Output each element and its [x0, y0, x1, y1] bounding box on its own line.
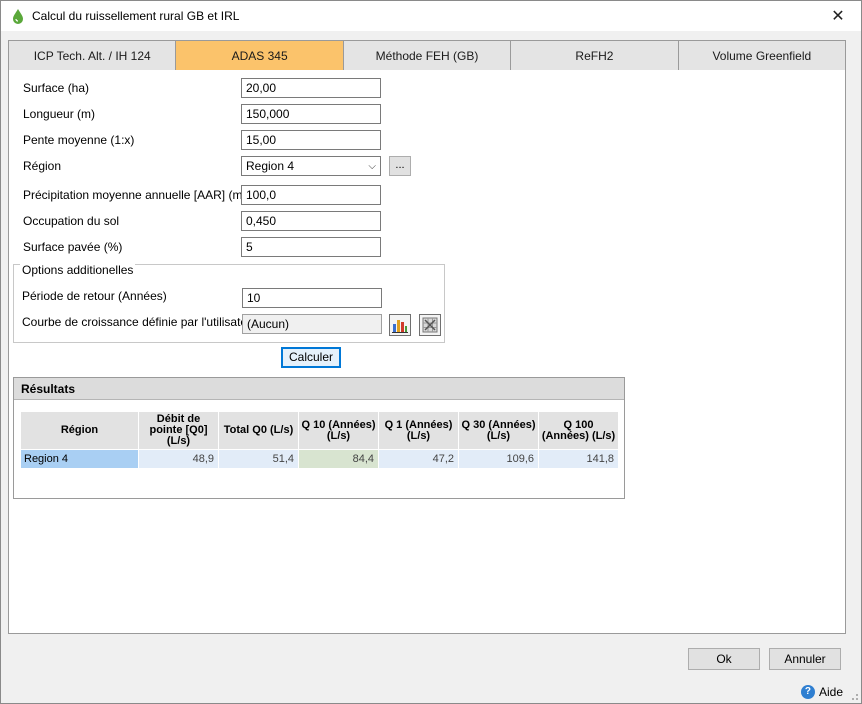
- cell-region[interactable]: Region 4: [20, 449, 139, 469]
- aar-label: Précipitation moyenne annuelle [AAR] (mm…: [23, 188, 257, 202]
- results-title: Résultats: [14, 378, 624, 400]
- options-title: Options additionelles: [20, 263, 136, 277]
- help-label: Aide: [818, 685, 843, 699]
- cell-q30[interactable]: 109,6: [458, 449, 539, 469]
- region-label: Région: [23, 159, 62, 173]
- region-browse-button[interactable]: ...: [389, 156, 411, 176]
- region-select[interactable]: Region 4 ⌵: [241, 156, 381, 176]
- clear-grid-icon: [422, 317, 438, 333]
- pavee-input[interactable]: 5: [241, 237, 381, 257]
- pente-label: Pente moyenne (1:x): [23, 133, 135, 147]
- ok-button[interactable]: Ok: [688, 648, 760, 670]
- dialog-window: Calcul du ruissellement rural GB et IRL …: [0, 0, 862, 704]
- occupation-input[interactable]: 0,450: [241, 211, 381, 231]
- bar-chart-icon: [392, 320, 408, 333]
- cell-q1[interactable]: 47,2: [378, 449, 459, 469]
- resize-grip-icon[interactable]: [849, 691, 859, 701]
- title-bar: Calcul du ruissellement rural GB et IRL …: [1, 1, 861, 31]
- periode-label: Période de retour (Années): [22, 289, 167, 303]
- calculate-button[interactable]: Calculer: [281, 347, 341, 368]
- tab-adas-345[interactable]: ADAS 345: [176, 41, 344, 70]
- window-title: Calcul du ruissellement rural GB et IRL: [32, 9, 240, 23]
- longueur-label: Longueur (m): [23, 107, 96, 121]
- tab-icp-tech-alt[interactable]: ICP Tech. Alt. / IH 124: [9, 41, 177, 70]
- tab-methode-feh[interactable]: Méthode FEH (GB): [344, 41, 512, 70]
- cell-q10[interactable]: 84,4: [298, 449, 379, 469]
- pente-input[interactable]: 15,00: [241, 130, 381, 150]
- occupation-label: Occupation du sol: [23, 214, 120, 228]
- longueur-input[interactable]: 150,000: [241, 104, 381, 124]
- periode-input[interactable]: 10: [242, 288, 382, 308]
- method-tabs: ICP Tech. Alt. / IH 124 ADAS 345 Méthode…: [8, 40, 846, 71]
- help-link[interactable]: ? Aide: [800, 685, 843, 699]
- results-panel: Résultats Région Débit de pointe [Q0] (L…: [13, 377, 625, 499]
- close-icon: ✕: [831, 8, 845, 25]
- table-row[interactable]: Region 4 48,9 51,4 84,4 47,2 109,6 141,8: [20, 449, 619, 469]
- column-header-total-q0[interactable]: Total Q0 (L/s): [218, 411, 299, 450]
- growth-curve-chart-button[interactable]: [389, 314, 411, 336]
- cell-q100[interactable]: 141,8: [538, 449, 619, 469]
- courbe-label: Courbe de croissance définie par l'utili…: [22, 315, 258, 329]
- cancel-button[interactable]: Annuler: [769, 648, 841, 670]
- chevron-down-icon: ⌵: [368, 161, 376, 172]
- pavee-label: Surface pavée (%): [23, 240, 123, 254]
- tab-refh2[interactable]: ReFH2: [511, 41, 679, 70]
- column-header-q1[interactable]: Q 1 (Années) (L/s): [378, 411, 459, 450]
- column-header-region[interactable]: Région: [20, 411, 139, 450]
- surface-label: Surface (ha): [23, 81, 90, 95]
- water-drop-icon: [13, 9, 23, 24]
- results-table: Région Débit de pointe [Q0] (L/s) Total …: [20, 411, 619, 469]
- cell-total-q0[interactable]: 51,4: [218, 449, 299, 469]
- aar-input[interactable]: 100,0: [241, 185, 381, 205]
- options-groupbox: Options additionelles Période de retour …: [13, 263, 445, 343]
- clear-curve-button[interactable]: [419, 314, 441, 336]
- column-header-q100[interactable]: Q 100 (Années) (L/s): [538, 411, 619, 450]
- tab-panel: Surface (ha) 20,00 Longueur (m) 150,000 …: [8, 70, 846, 634]
- cell-debit-pointe[interactable]: 48,9: [138, 449, 219, 469]
- column-header-q10[interactable]: Q 10 (Années) (L/s): [298, 411, 379, 450]
- close-button[interactable]: ✕: [815, 1, 861, 31]
- surface-input[interactable]: 20,00: [241, 78, 381, 98]
- column-header-q30[interactable]: Q 30 (Années) (L/s): [458, 411, 539, 450]
- region-selected-value: Region 4: [246, 159, 295, 173]
- column-header-debit-pointe[interactable]: Débit de pointe [Q0] (L/s): [138, 411, 219, 450]
- help-icon: ?: [800, 685, 815, 699]
- tab-volume-greenfield[interactable]: Volume Greenfield: [679, 41, 845, 70]
- courbe-field: (Aucun): [242, 314, 382, 334]
